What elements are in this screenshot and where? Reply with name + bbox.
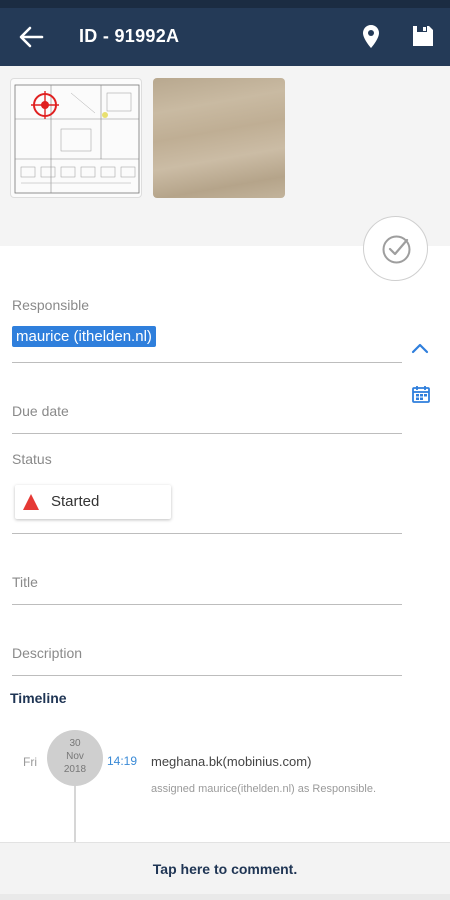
description-label[interactable]: Description [12,645,82,661]
timeline-date-year: 2018 [63,764,87,775]
location-marker-icon [31,91,59,119]
responsible-divider [12,362,402,363]
status-label: Status [12,451,52,467]
timeline-user: meghana.bk(mobinius.com) [151,754,312,769]
status-bar [0,0,450,8]
title-label[interactable]: Title [12,574,38,590]
timeline-day: Fri [23,755,37,769]
comment-button[interactable]: Tap here to comment. [0,842,450,894]
timeline-date-day: 30 [69,738,81,749]
timeline-time: 14:19 [107,754,138,768]
calendar-icon[interactable] [411,384,431,404]
title-divider [12,604,402,605]
status-dropdown[interactable]: Started [15,485,171,519]
floor-plan-drawing [14,84,140,194]
warning-triangle-icon [23,494,39,510]
floor-plan-thumbnail[interactable] [10,78,142,198]
status-divider [12,533,402,534]
page-title: ID - 91992A [79,26,180,46]
timeline-heading: Timeline [10,690,67,706]
timeline-date-badge: 30 Nov 2018 [47,730,103,786]
timeline-date-month: Nov [66,751,84,762]
resolve-button[interactable] [363,216,428,281]
responsible-value[interactable]: maurice (ithelden.nl) [12,326,156,347]
arrow-left-icon[interactable] [18,25,44,49]
responsible-label: Responsible [12,297,90,313]
due-date-divider [12,433,402,434]
check-circle-icon [382,235,411,264]
due-date-label: Due date [12,403,69,419]
app-bar: ID - 91992A [0,8,450,66]
wood-surface-photo[interactable] [153,78,285,198]
bottom-edge [0,894,450,900]
status-value: Started [51,493,100,510]
floppy-disk-icon[interactable] [412,25,434,47]
description-divider [12,675,402,676]
map-pin-icon[interactable] [361,24,381,50]
timeline-action: assigned maurice(ithelden.nl) as Respons… [151,783,377,795]
chevron-up-icon[interactable] [409,340,431,356]
